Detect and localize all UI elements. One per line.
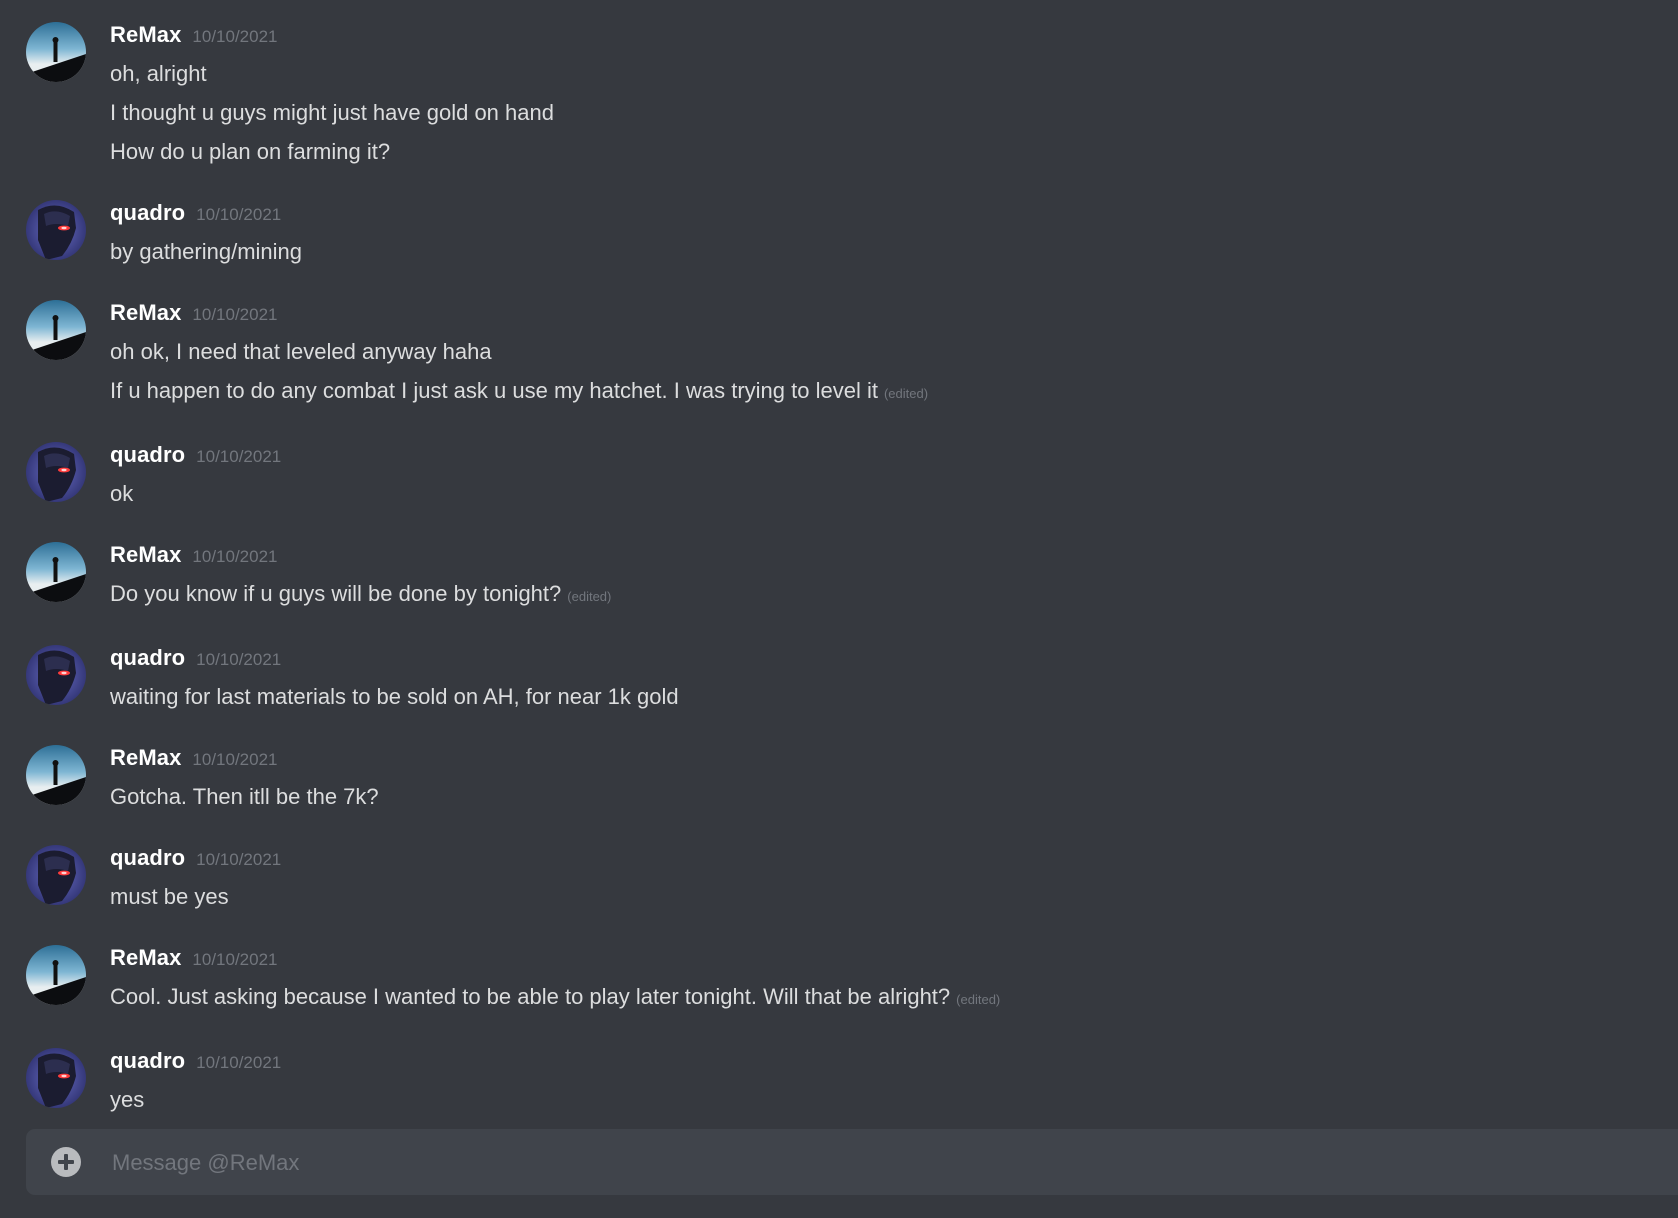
message-list: ReMax 10/10/2021 oh, alright I thought u gu… <box>0 20 1678 1185</box>
username[interactable]: ReMax <box>110 22 181 48</box>
message-header: ReMax 10/10/2021 <box>110 540 1678 574</box>
username[interactable]: ReMax <box>110 945 181 971</box>
username[interactable]: ReMax <box>110 300 181 326</box>
message-text: oh ok, I need that leveled anyway haha <box>110 332 1678 371</box>
message-timestamp: 10/10/2021 <box>192 547 278 566</box>
quadro-avatar-image <box>26 845 86 905</box>
message-text: Cool. Just asking because I wanted to be… <box>110 977 1678 1019</box>
message-line-text: oh, alright <box>110 61 207 86</box>
message-header: ReMax 10/10/2021 <box>110 943 1678 977</box>
message-text: How do u plan on farming it? <box>110 132 1678 171</box>
message-timestamp: 10/10/2021 <box>196 1053 282 1072</box>
username[interactable]: quadro <box>110 1048 185 1074</box>
message-text: I thought u guys might just have gold on… <box>110 93 1678 132</box>
username[interactable]: quadro <box>110 200 185 226</box>
username[interactable]: ReMax <box>110 542 181 568</box>
message-text: Do you know if u guys will be done by to… <box>110 574 1678 616</box>
message-timestamp: 10/10/2021 <box>192 950 278 969</box>
remax-avatar-image <box>26 22 86 82</box>
remax-avatar[interactable] <box>26 945 86 1005</box>
username[interactable]: quadro <box>110 645 185 671</box>
edited-label: (edited) <box>956 992 1001 1007</box>
remax-avatar[interactable] <box>26 300 86 360</box>
message-line-text: Cool. Just asking because I wanted to be… <box>110 984 951 1009</box>
message-line-text: ok <box>110 481 134 506</box>
message-group: ReMax 10/10/2021 Gotcha. Then itll be the … <box>0 743 1678 816</box>
message-line-text: by gathering/mining <box>110 239 303 264</box>
message-header: quadro 10/10/2021 <box>110 198 1678 232</box>
message-header: ReMax 10/10/2021 <box>110 298 1678 332</box>
remax-avatar-image <box>26 745 86 805</box>
remax-avatar[interactable] <box>26 542 86 602</box>
message-header: ReMax 10/10/2021 <box>110 20 1678 54</box>
remax-avatar-image <box>26 300 86 360</box>
message-text: If u happen to do any combat I just ask … <box>110 371 1678 413</box>
quadro-avatar-image <box>26 645 86 705</box>
message-timestamp: 10/10/2021 <box>192 750 278 769</box>
message-timestamp: 10/10/2021 <box>196 850 282 869</box>
message-group: quadro 10/10/2021 ok <box>0 440 1678 513</box>
message-text: by gathering/mining <box>110 232 1678 271</box>
quadro-avatar-image <box>26 442 86 502</box>
username[interactable]: quadro <box>110 845 185 871</box>
message-line-text: How do u plan on farming it? <box>110 139 391 164</box>
message-text: oh, alright <box>110 54 1678 93</box>
username[interactable]: quadro <box>110 442 185 468</box>
message-group: ReMax 10/10/2021 oh, alright I thought u gu… <box>0 20 1678 171</box>
message-line-text: Do you know if u guys will be done by to… <box>110 581 562 606</box>
message-input[interactable] <box>110 1141 1614 1185</box>
plus-circle-icon[interactable] <box>51 1147 81 1177</box>
message-composer <box>26 1129 1678 1195</box>
message-line-text: Gotcha. Then itll be the 7k? <box>110 784 379 809</box>
edited-label: (edited) <box>883 386 929 401</box>
message-line-text: oh ok, I need that leveled anyway haha <box>110 339 492 364</box>
message-text: must be yes <box>110 877 1678 916</box>
quadro-avatar[interactable] <box>26 1048 86 1108</box>
message-line-text: waiting for last materials to be sold on… <box>110 684 679 709</box>
message-group: ReMax 10/10/2021 Cool. Just asking because… <box>0 943 1678 1019</box>
quadro-avatar-image <box>26 200 86 260</box>
message-text: waiting for last materials to be sold on… <box>110 677 1678 716</box>
message-group: quadro 10/10/2021 must be yes <box>0 843 1678 916</box>
message-header: quadro 10/10/2021 <box>110 843 1678 877</box>
edited-label: (edited) <box>567 589 612 604</box>
remax-avatar-image <box>26 542 86 602</box>
quadro-avatar[interactable] <box>26 200 86 260</box>
quadro-avatar-image <box>26 1048 86 1108</box>
quadro-avatar[interactable] <box>26 442 86 502</box>
message-timestamp: 10/10/2021 <box>196 205 282 224</box>
remax-avatar-image <box>26 945 86 1005</box>
quadro-avatar[interactable] <box>26 645 86 705</box>
username[interactable]: ReMax <box>110 745 181 771</box>
message-timestamp: 10/10/2021 <box>192 305 278 324</box>
message-text: Gotcha. Then itll be the 7k? <box>110 777 1678 816</box>
remax-avatar[interactable] <box>26 745 86 805</box>
message-timestamp: 10/10/2021 <box>196 447 282 466</box>
message-line-text: If u happen to do any combat I just ask … <box>110 378 878 403</box>
message-timestamp: 10/10/2021 <box>192 27 278 46</box>
remax-avatar[interactable] <box>26 22 86 82</box>
message-group: quadro 10/10/2021 waiting for last materia… <box>0 643 1678 716</box>
dm-chat-view: ReMax 10/10/2021 oh, alright I thought u gu… <box>0 0 1678 1218</box>
message-group: ReMax 10/10/2021 oh ok, I need that levele… <box>0 298 1678 413</box>
message-header: quadro 10/10/2021 <box>110 1046 1678 1080</box>
message-header: ReMax 10/10/2021 <box>110 743 1678 777</box>
message-group: ReMax 10/10/2021 Do you know if u guys wil… <box>0 540 1678 616</box>
message-header: quadro 10/10/2021 <box>110 643 1678 677</box>
message-line-text: I thought u guys might just have gold on… <box>110 100 554 125</box>
message-line-text: must be yes <box>110 884 229 909</box>
message-header: quadro 10/10/2021 <box>110 440 1678 474</box>
message-timestamp: 10/10/2021 <box>196 650 282 669</box>
message-text: ok <box>110 474 1678 513</box>
message-line-text: yes <box>110 1087 145 1112</box>
message-group: quadro 10/10/2021 by gathering/mining <box>0 198 1678 271</box>
quadro-avatar[interactable] <box>26 845 86 905</box>
message-text: yes <box>110 1080 1678 1119</box>
